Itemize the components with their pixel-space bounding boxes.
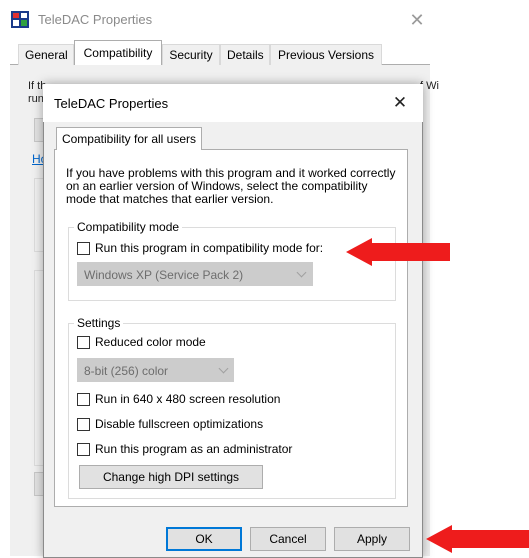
tab-compatibility-all-users[interactable]: Compatibility for all users xyxy=(56,127,202,150)
arrow-body xyxy=(450,530,529,548)
apply-button[interactable]: Apply xyxy=(334,527,410,551)
red-arrow-icon xyxy=(426,525,529,553)
arrow-body xyxy=(370,243,450,261)
fullscreen-opt-checkbox[interactable] xyxy=(77,418,90,431)
resolution-checkbox[interactable] xyxy=(77,393,90,406)
compat-mode-label: Compatibility mode xyxy=(74,220,183,234)
arrow-head xyxy=(346,238,372,266)
tab-compatibility[interactable]: Compatibility xyxy=(74,40,162,65)
color-mode-select-value: 8-bit (256) color xyxy=(84,364,169,378)
inner-close-icon[interactable]: ✕ xyxy=(387,90,413,116)
compat-mode-checkbox-label[interactable]: Run this program in compatibility mode f… xyxy=(95,241,323,255)
tab-general[interactable]: General xyxy=(18,44,74,65)
tab-previous-versions[interactable]: Previous Versions xyxy=(270,44,382,65)
color-mode-select: 8-bit (256) color xyxy=(77,358,234,382)
compat-mode-checkbox[interactable] xyxy=(77,242,90,255)
outer-window-title: TeleDAC Properties xyxy=(38,12,153,27)
chevron-down-icon xyxy=(218,363,229,374)
app-icon xyxy=(11,11,29,28)
run-as-admin-checkbox[interactable] xyxy=(77,443,90,456)
inner-window-title: TeleDAC Properties xyxy=(54,96,169,111)
cancel-button[interactable]: Cancel xyxy=(250,527,326,551)
tab-security[interactable]: Security xyxy=(162,44,220,65)
reduced-color-label[interactable]: Reduced color mode xyxy=(95,335,206,349)
outer-peek-text-2: run xyxy=(28,93,44,105)
outer-close-icon[interactable]: ✕ xyxy=(405,8,429,32)
fullscreen-opt-label[interactable]: Disable fullscreen optimizations xyxy=(95,417,263,431)
compat-mode-select: Windows XP (Service Pack 2) xyxy=(77,262,313,286)
ok-button[interactable]: OK xyxy=(166,527,242,551)
chevron-down-icon xyxy=(296,267,307,278)
run-as-admin-label[interactable]: Run this program as an administrator xyxy=(95,442,292,456)
resolution-label[interactable]: Run in 640 x 480 screen resolution xyxy=(95,392,280,406)
tab-details[interactable]: Details xyxy=(220,44,270,65)
settings-label: Settings xyxy=(74,316,124,330)
arrow-head xyxy=(426,525,452,553)
change-dpi-button[interactable]: Change high DPI settings xyxy=(79,465,263,489)
description-text: If you have problems with this program a… xyxy=(66,166,396,206)
reduced-color-checkbox[interactable] xyxy=(77,336,90,349)
red-arrow-icon xyxy=(346,238,450,266)
compat-mode-select-value: Windows XP (Service Pack 2) xyxy=(84,268,244,282)
